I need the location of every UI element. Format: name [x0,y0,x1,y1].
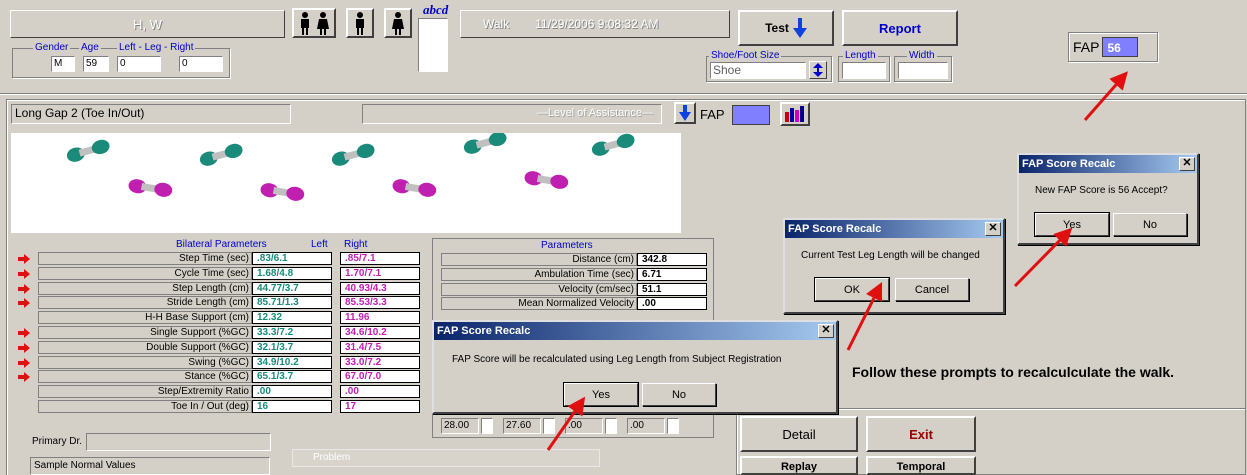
arrow-to-yes [546,396,586,451]
arrow-to-fap-score [1083,71,1128,121]
arrow-to-ok [846,281,883,351]
annotation-arrows [546,71,1128,451]
arrow-to-accept-yes [1013,227,1073,288]
